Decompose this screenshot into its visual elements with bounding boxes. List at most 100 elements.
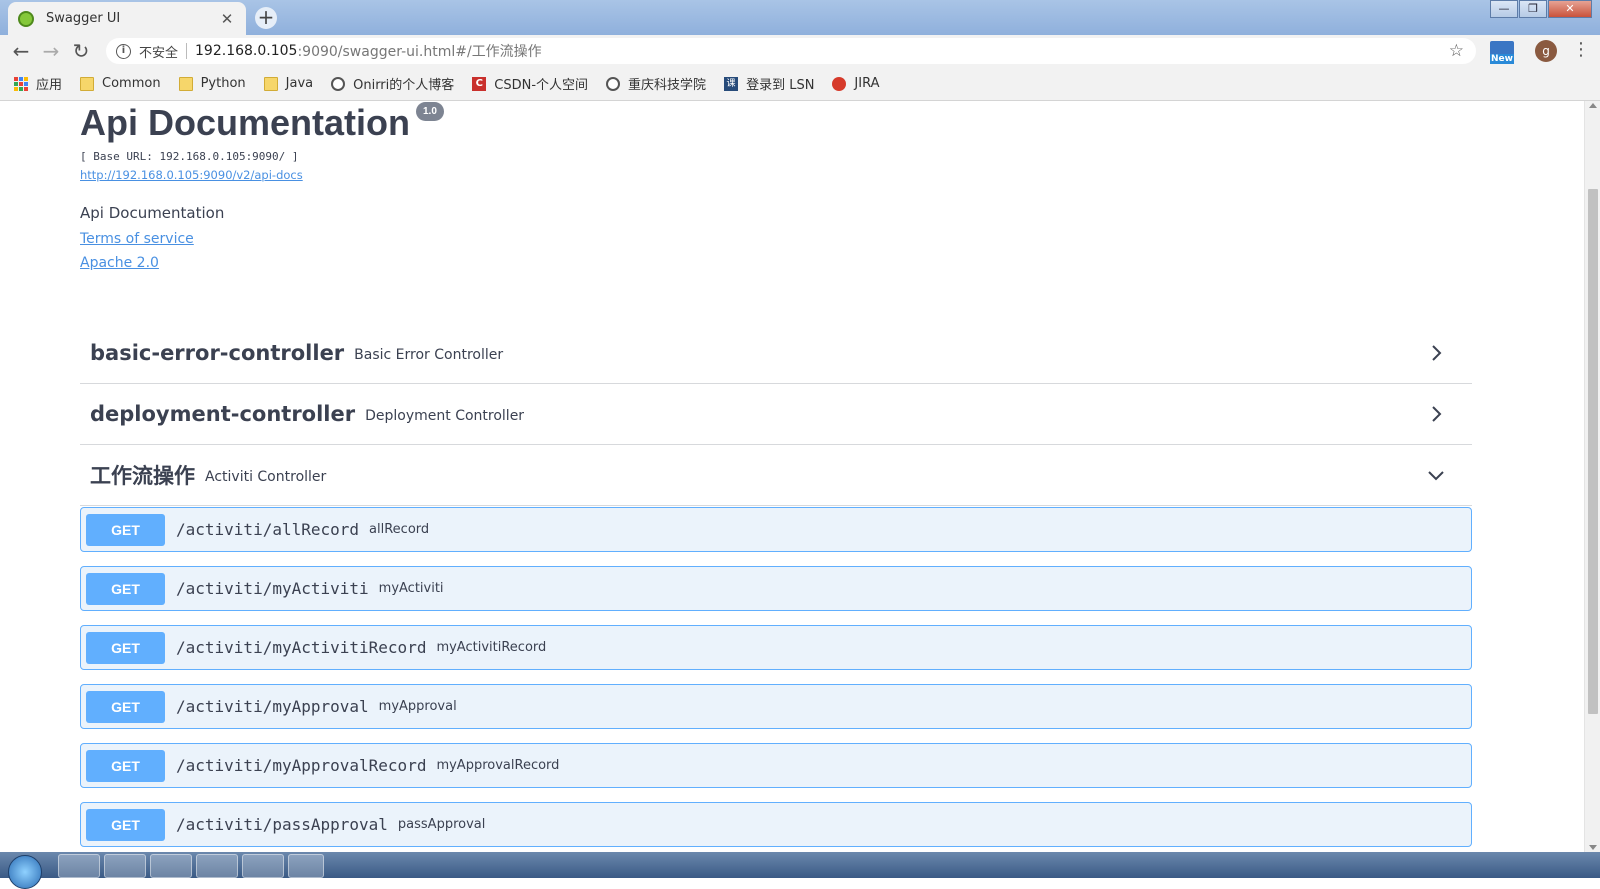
terms-of-service-link[interactable]: Terms of service	[80, 231, 444, 247]
forward-arrow-icon[interactable]: →	[36, 36, 66, 66]
taskbar-item[interactable]	[150, 854, 192, 878]
taskbar-item[interactable]	[104, 854, 146, 878]
operation-path: /activiti/myApproval	[176, 697, 369, 716]
bookmark-apps[interactable]: 应用	[14, 74, 62, 93]
operation-summary: myActivitiRecord	[436, 640, 547, 655]
window-close-button[interactable]: ✕	[1548, 0, 1592, 18]
operation-get-myactivitirecord[interactable]: GET /activiti/myActivitiRecord myActivit…	[80, 625, 1472, 670]
info-icon[interactable]: i	[116, 43, 131, 59]
tag-description: Basic Error Controller	[354, 346, 504, 363]
extension-new-label: New	[1490, 54, 1514, 64]
profile-avatar[interactable]: g	[1535, 40, 1557, 62]
folder-icon	[178, 76, 193, 91]
tag-description: Deployment Controller	[365, 407, 525, 424]
api-description: Api Documentation	[80, 204, 225, 222]
bookmark-label: Java	[285, 76, 314, 91]
start-button[interactable]	[8, 855, 42, 889]
url-path: :9090/swagger-ui.html#/工作流操作	[297, 44, 542, 60]
browser-tab[interactable]: Swagger UI ✕	[8, 2, 246, 35]
back-arrow-icon[interactable]: ←	[6, 36, 36, 66]
reload-icon[interactable]: ↻	[66, 36, 96, 66]
chevron-down-icon[interactable]	[1426, 465, 1446, 485]
bookmark-star-icon[interactable]: ☆	[1449, 41, 1464, 61]
swagger-page: Api Documentation 1.0 [ Base URL: 192.16…	[0, 101, 1584, 852]
restore-button[interactable]: ❐	[1519, 0, 1547, 18]
http-method-badge: GET	[86, 513, 165, 546]
omnibox-divider	[186, 43, 188, 59]
operation-summary: myApprovalRecord	[436, 758, 560, 773]
bookmark-label: 重庆科技学院	[628, 78, 707, 93]
new-tab-button[interactable]: +	[255, 7, 277, 29]
base-url: [ Base URL: 192.168.0.105:9090/ ]	[80, 150, 299, 163]
operation-path: /activiti/myActivitiRecord	[176, 638, 427, 657]
scroll-down-arrow-icon[interactable]	[1589, 845, 1597, 850]
csdn-icon: C	[472, 76, 487, 91]
folder-icon	[263, 76, 278, 91]
operation-get-myactiviti[interactable]: GET /activiti/myActiviti myActiviti	[80, 566, 1472, 611]
license-link[interactable]: Apache 2.0	[80, 255, 444, 271]
tag-description: Activiti Controller	[205, 468, 327, 485]
bookmark-label: 登录到 LSN	[746, 78, 815, 93]
page-scrollbar[interactable]	[1584, 101, 1600, 852]
tab-close-icon[interactable]: ✕	[218, 10, 236, 28]
url-host: 192.168.0.105	[195, 43, 298, 59]
tag-name: 工作流操作	[90, 464, 195, 488]
operation-get-allrecord[interactable]: GET /activiti/allRecord allRecord	[80, 507, 1472, 552]
tag-workflow-operations[interactable]: 工作流操作 Activiti Controller	[80, 445, 1472, 506]
address-bar[interactable]: i 不安全 192.168.0.105 :9090/swagger-ui.htm…	[106, 38, 1476, 64]
scroll-up-arrow-icon[interactable]	[1589, 103, 1597, 108]
os-taskbar	[0, 852, 1600, 889]
operation-get-myapprovalrecord[interactable]: GET /activiti/myApprovalRecord myApprova…	[80, 743, 1472, 788]
bookmark-folder-python[interactable]: Python	[178, 76, 246, 91]
extension-new-icon[interactable]: New	[1490, 41, 1514, 64]
http-method-badge: GET	[86, 749, 165, 782]
operation-summary: allRecord	[369, 522, 430, 537]
operation-path: /activiti/myApprovalRecord	[176, 756, 427, 775]
bookmark-label: 应用	[36, 78, 63, 93]
operation-get-passapproval[interactable]: GET /activiti/passApproval passApproval	[80, 802, 1472, 847]
bookmark-jira[interactable]: JIRA	[832, 76, 880, 91]
operation-summary: passApproval	[397, 817, 486, 832]
tag-basic-error-controller[interactable]: basic-error-controller Basic Error Contr…	[80, 323, 1472, 384]
operation-summary: myActiviti	[378, 581, 444, 596]
globe-icon	[606, 76, 621, 91]
scrollbar-thumb[interactable]	[1588, 189, 1598, 714]
book-icon: 课	[724, 76, 739, 91]
http-method-badge: GET	[86, 690, 165, 723]
bookmark-cqust[interactable]: 重庆科技学院	[606, 74, 706, 93]
taskbar-item[interactable]	[288, 854, 324, 878]
browser-toolbar: ← → ↻ i 不安全 192.168.0.105 :9090/swagger-…	[0, 35, 1600, 67]
taskbar-item[interactable]	[242, 854, 284, 878]
bookmark-label: Onirri的个人博客	[353, 78, 455, 93]
taskbar-item[interactable]	[58, 854, 100, 878]
api-docs-link[interactable]: http://192.168.0.105:9090/v2/api-docs	[80, 168, 444, 182]
bookmark-label: Python	[200, 76, 246, 91]
bookmark-folder-common[interactable]: Common	[80, 76, 161, 91]
jira-icon	[832, 76, 847, 91]
taskbar-item[interactable]	[196, 854, 238, 878]
bookmark-csdn[interactable]: C CSDN-个人空间	[472, 74, 588, 93]
operation-get-myapproval[interactable]: GET /activiti/myApproval myApproval	[80, 684, 1472, 729]
operation-summary: myApproval	[378, 699, 457, 714]
folder-icon	[80, 76, 95, 91]
chevron-right-icon[interactable]	[1426, 343, 1446, 363]
bookmarks-bar: 应用 Common Python Java Onirri的个人博客 C CSDN…	[0, 67, 1600, 101]
http-method-badge: GET	[86, 572, 165, 605]
http-method-badge: GET	[86, 808, 165, 841]
tag-deployment-controller[interactable]: deployment-controller Deployment Control…	[80, 384, 1472, 445]
title-row: Api Documentation 1.0	[80, 101, 444, 145]
operation-path: /activiti/passApproval	[176, 815, 388, 834]
swagger-favicon-icon	[18, 10, 34, 27]
tab-title: Swagger UI	[46, 11, 121, 26]
operation-path: /activiti/allRecord	[176, 520, 360, 539]
bookmark-lsn[interactable]: 课 登录到 LSN	[724, 74, 814, 93]
operation-path: /activiti/myActiviti	[176, 579, 369, 598]
http-method-badge: GET	[86, 631, 165, 664]
chevron-right-icon[interactable]	[1426, 404, 1446, 424]
window-controls: — ❐ ✕	[1489, 0, 1592, 18]
browser-menu-icon[interactable]: ⋮	[1572, 39, 1590, 60]
bookmark-folder-java[interactable]: Java	[263, 76, 314, 91]
bookmark-label: Common	[102, 76, 161, 91]
bookmark-onirri-blog[interactable]: Onirri的个人博客	[331, 74, 454, 93]
minimize-button[interactable]: —	[1490, 0, 1518, 18]
